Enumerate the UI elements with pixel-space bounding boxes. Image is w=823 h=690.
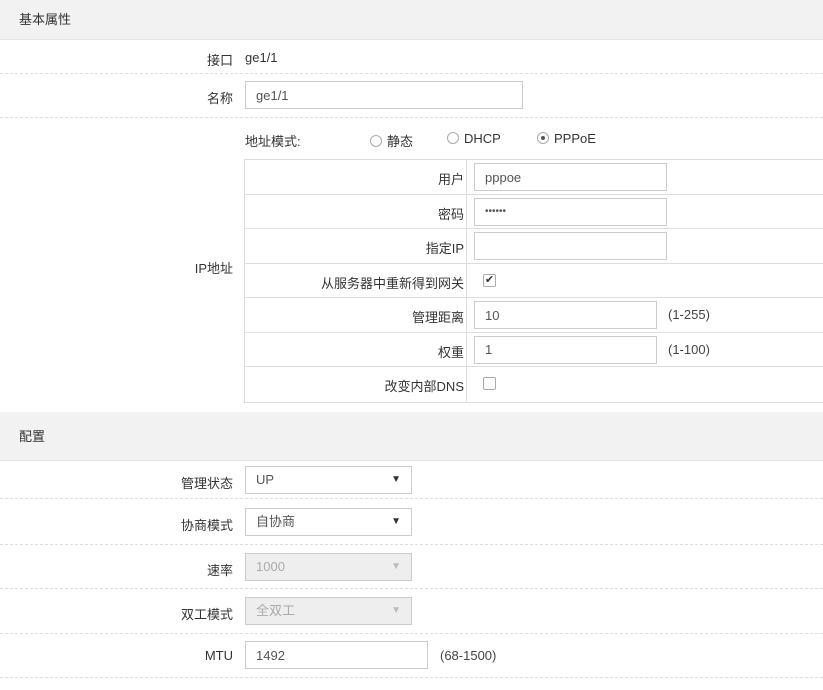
admin-status-label: 管理状态 [180,476,233,491]
negotiation-value: 自协商 [256,514,296,529]
mtu-label: MTU [204,648,233,663]
chevron-down-icon: ▼ [391,516,401,527]
name-label: 名称 [206,91,233,106]
chevron-down-icon: ▼ [391,561,401,572]
table-divider [466,160,467,194]
address-mode-label: 地址模式: [245,134,301,149]
change-dns-label: 改变内部DNS [384,379,464,394]
config-section-title: 配置 [19,429,46,444]
name-row: 名称 [0,74,823,118]
duplex-label: 双工模式 [180,607,233,622]
chevron-down-icon: ▼ [391,474,401,485]
admin-distance-range: (1-255) [668,307,710,322]
pppoe-user-input[interactable] [474,163,667,191]
interface-value: ge1/1 [245,50,278,65]
interface-label: 接口 [206,53,233,68]
mtu-row: MTU (68-1500) [0,634,823,678]
mode-pppoe-radio[interactable] [537,132,549,144]
config-section-header: 配置 [0,412,823,461]
speed-row: 速率 1000 ▼ [0,545,823,589]
weight-input[interactable] [474,335,657,364]
mode-dhcp-radio[interactable] [447,132,459,144]
weight-range: (1-100) [668,341,710,357]
regain-gateway-label: 从服务器中重新得到网关 [320,275,464,291]
speed-value: 1000 [256,559,285,574]
duplex-value: 全双工 [256,603,296,618]
table-divider [466,298,467,332]
admin-distance-row: 管理距离 (1-255) [245,298,823,333]
change-dns-checkbox[interactable] [483,377,496,390]
interface-row: 接口 ge1/1 [0,40,823,74]
basic-section-header: 基本属性 [0,0,823,40]
specify-ip-label: 指定IP [425,241,464,256]
table-divider [466,263,467,297]
pppoe-password-row: 密码 [245,194,823,229]
weight-row: 权重 (1-100) [245,332,823,367]
name-input[interactable] [245,81,523,109]
pppoe-password-label: 密码 [437,206,464,222]
weight-label: 权重 [437,344,464,360]
speed-select[interactable]: 1000 ▼ [245,553,412,581]
address-mode-group: 地址模式: 静态 DHCP PPPoE [245,131,823,151]
speed-label: 速率 [206,563,233,578]
pppoe-settings-table: 用户 密码 指定IP 从服务器中重新得到网关 ✔ 管理距离 (1-255) 权重… [244,159,823,403]
admin-status-row: 管理状态 UP ▼ [0,461,823,499]
table-divider [466,229,467,263]
table-divider [466,367,467,402]
mode-static-option[interactable]: 静态 [370,131,413,150]
mode-pppoe-label: PPPoE [554,131,596,146]
mtu-input[interactable] [245,641,428,669]
chevron-down-icon: ▼ [391,605,401,616]
admin-status-value: UP [256,472,275,487]
mtu-range: (68-1500) [440,648,497,663]
mode-pppoe-option[interactable]: PPPoE [537,131,596,146]
table-divider [466,332,467,366]
duplex-select[interactable]: 全双工 ▼ [245,597,412,625]
mode-static-radio[interactable] [370,135,382,147]
ip-address-label: IP地址 [194,261,233,276]
negotiation-select[interactable]: 自协商 ▼ [245,508,412,536]
pppoe-password-input[interactable] [474,197,667,226]
table-divider [466,194,467,228]
duplex-row: 双工模式 全双工 ▼ [0,589,823,634]
pppoe-user-row: 用户 [245,160,823,195]
regain-gateway-row: 从服务器中重新得到网关 ✔ [245,263,823,298]
mode-dhcp-option[interactable]: DHCP [447,131,501,146]
negotiation-label: 协商模式 [180,518,233,533]
admin-distance-input[interactable] [474,301,657,329]
mode-dhcp-label: DHCP [464,131,501,146]
admin-distance-label: 管理距离 [411,310,464,325]
change-dns-row: 改变内部DNS [245,367,823,402]
specify-ip-input[interactable] [474,232,667,260]
mode-static-label: 静态 [387,134,414,149]
negotiation-row: 协商模式 自协商 ▼ [0,499,823,545]
specify-ip-row: 指定IP [245,229,823,264]
regain-gateway-checkbox[interactable]: ✔ [483,273,496,287]
pppoe-user-label: 用户 [437,172,464,187]
admin-status-select[interactable]: UP ▼ [245,466,412,494]
basic-section-title: 基本属性 [19,12,72,27]
